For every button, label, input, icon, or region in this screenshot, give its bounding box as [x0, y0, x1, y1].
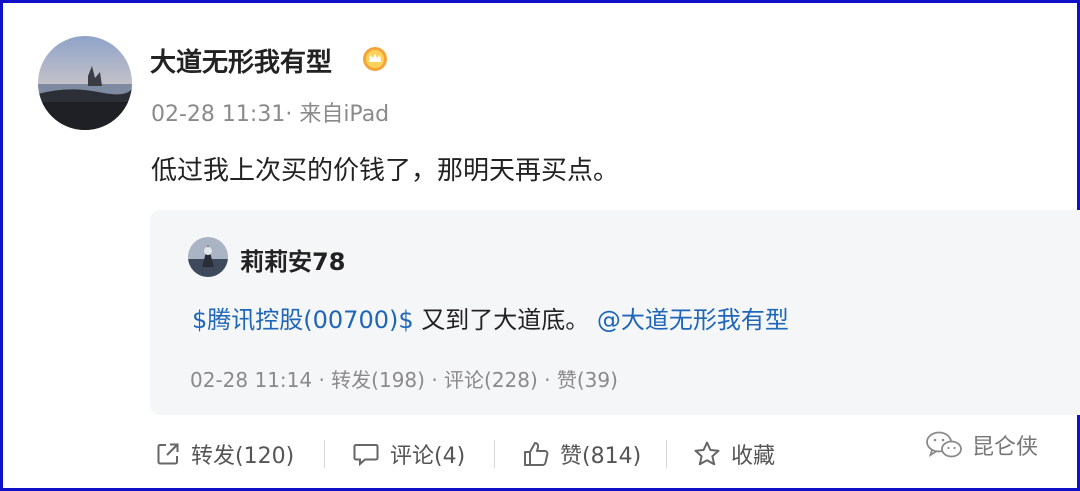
- quoted-stats: · 转发(198) · 评论(228) · 赞(39): [312, 368, 618, 392]
- comment-label: 评论(4): [390, 444, 466, 469]
- star-outline-icon: [694, 441, 720, 466]
- post-timestamp: 02-28 11:31: [151, 102, 286, 127]
- comment-button[interactable]: 评论(4): [352, 430, 465, 478]
- quoted-username[interactable]: 莉莉安78: [240, 242, 345, 277]
- thumbs-up-icon: [524, 442, 549, 466]
- post-source: · 来自iPad: [285, 102, 390, 127]
- speech-bubble-icon: [353, 444, 379, 467]
- repost-label: 转发(120): [191, 444, 295, 469]
- wechat-icon: [926, 431, 962, 458]
- post-meta: 02-28 11:31· 来自iPad: [151, 96, 389, 128]
- quoted-avatar[interactable]: [188, 237, 228, 277]
- action-bar: 转发(120) 评论(4) 赞(814) 收藏: [150, 430, 810, 478]
- like-label: 赞(814): [560, 444, 642, 469]
- action-divider: [494, 440, 495, 468]
- share-arrow-icon: [157, 443, 179, 465]
- stock-tag-link[interactable]: $腾讯控股(00700)$: [192, 306, 414, 334]
- favorite-label: 收藏: [731, 444, 776, 469]
- quoted-body: $腾讯控股(00700)$ 又到了大道底。 @大道无形我有型: [192, 300, 789, 335]
- action-divider: [666, 440, 667, 468]
- quoted-text: 又到了大道底。: [413, 306, 597, 334]
- like-button[interactable]: 赞(814): [522, 430, 641, 478]
- quoted-timestamp: 02-28 11:14: [190, 368, 313, 392]
- repost-button[interactable]: 转发(120): [155, 430, 294, 478]
- vip-crown-badge-icon: [363, 47, 387, 71]
- post-username[interactable]: 大道无形我有型: [150, 42, 332, 79]
- favorite-button[interactable]: 收藏: [693, 430, 775, 478]
- watermark-text: 昆仑侠: [972, 435, 1039, 460]
- post-body: 低过我上次买的价钱了，那明天再买点。: [151, 156, 620, 186]
- action-divider: [324, 440, 325, 468]
- watermark: 昆仑侠: [924, 425, 1038, 465]
- avatar[interactable]: [38, 36, 132, 130]
- quoted-meta: 02-28 11:14 · 转发(198) · 评论(228) · 赞(39): [190, 364, 618, 393]
- mention-link[interactable]: @大道无形我有型: [597, 306, 789, 334]
